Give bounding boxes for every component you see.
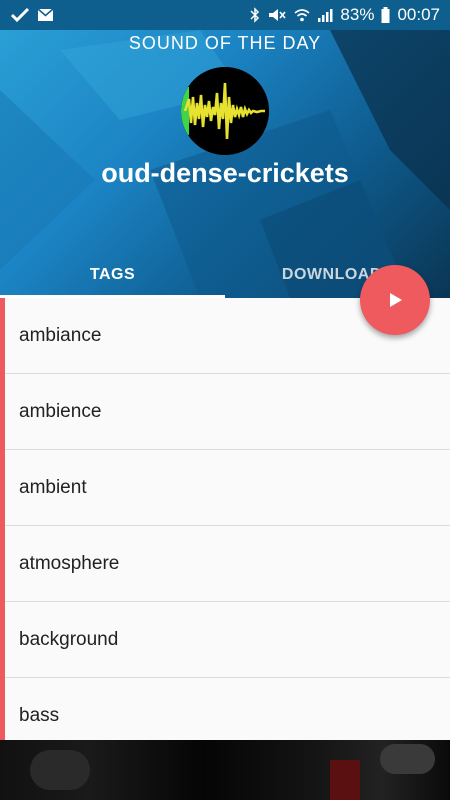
waveform-avatar-icon [181, 67, 269, 155]
tag-item[interactable]: ambient [0, 450, 450, 526]
status-bar-right: 83% 00:07 [250, 5, 440, 25]
app-check-icon [10, 7, 30, 23]
tag-label: atmosphere [19, 553, 120, 574]
play-button[interactable] [360, 265, 430, 335]
play-icon [390, 293, 402, 307]
tag-label: background [19, 629, 119, 650]
bluetooth-icon [250, 7, 260, 23]
tag-item[interactable]: bass [0, 678, 450, 740]
tag-label: ambiance [19, 325, 102, 346]
clock: 00:07 [397, 5, 440, 24]
tag-accent-bar [0, 678, 5, 740]
wifi-icon [294, 8, 310, 22]
tag-item[interactable]: ambience [0, 374, 450, 450]
tag-label: ambience [19, 401, 102, 422]
ad-banner[interactable] [0, 740, 450, 800]
status-bar-left [10, 7, 54, 23]
tab-tags[interactable]: TAGS [0, 252, 225, 298]
tag-accent-bar [0, 374, 5, 450]
battery-icon [381, 7, 390, 23]
tag-accent-bar [0, 298, 5, 374]
tag-accent-bar [0, 602, 5, 678]
battery-percent: 83% [340, 5, 375, 24]
sound-name: oud-dense-crickets [101, 158, 349, 188]
tag-item[interactable]: atmosphere [0, 526, 450, 602]
tag-accent-bar [0, 526, 5, 602]
tag-accent-bar [0, 450, 5, 526]
ad-image-shape [30, 750, 90, 790]
sound-header: SOUND OF THE DAY oud-dense-crickets TAGS… [0, 30, 450, 298]
tag-label: ambient [19, 477, 87, 498]
tag-item[interactable]: background [0, 602, 450, 678]
email-icon [37, 8, 54, 22]
ad-image-shape [380, 744, 435, 774]
tag-label: bass [19, 705, 60, 726]
header-title: SOUND OF THE DAY [128, 33, 322, 53]
ad-image-shape [330, 760, 360, 800]
mute-icon [267, 7, 287, 23]
signal-icon [317, 8, 333, 22]
status-bar: 83% 00:07 [0, 0, 450, 30]
tag-list: ambiance ambience ambient atmosphere bac… [0, 298, 450, 740]
